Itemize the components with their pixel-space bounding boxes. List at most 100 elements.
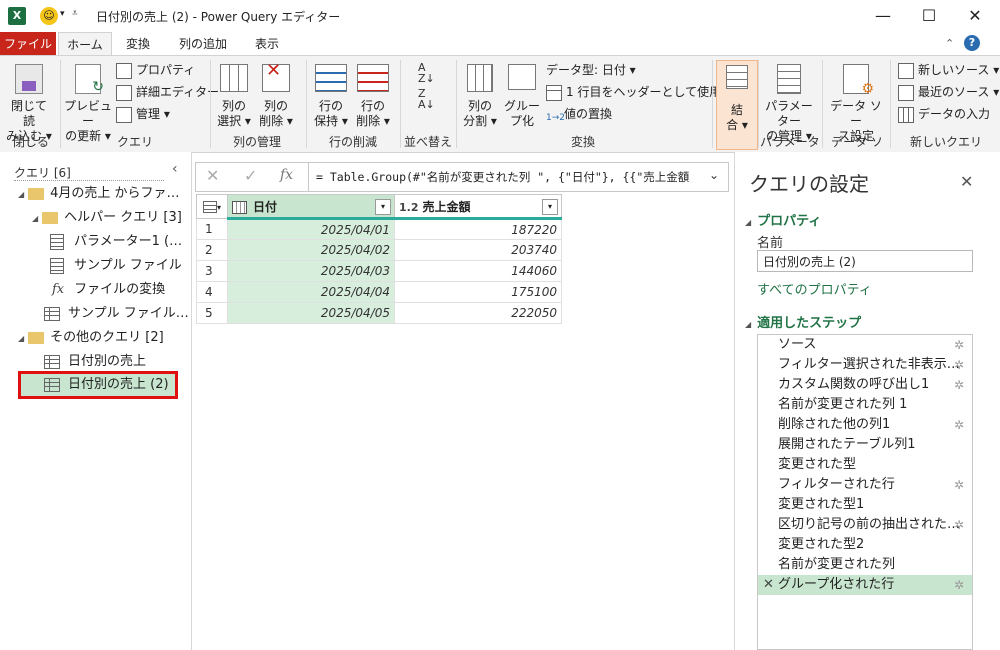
cell-sales[interactable]: 144060 <box>394 260 562 282</box>
formula-input[interactable]: = Table.Group(#"名前が変更された列 ", {"日付"}, {{"… <box>316 169 701 187</box>
maximize-button[interactable]: ☐ <box>906 0 952 32</box>
expand-formula-icon[interactable]: ⌄ <box>709 168 719 182</box>
query-item-sample-file-2[interactable]: サンプル ファイル… <box>44 302 189 326</box>
fx-icon[interactable]: fx <box>280 167 293 183</box>
column-header-date[interactable]: 日付 ▾ <box>227 194 395 220</box>
new-source-button[interactable]: 新しいソース ▾ <box>898 60 999 80</box>
cell-sales[interactable]: 175100 <box>394 281 562 303</box>
cell-sales[interactable]: 203740 <box>394 239 562 261</box>
collapse-ribbon-icon[interactable]: ⌃ <box>945 37 954 50</box>
table-row[interactable]: 3 2025/04/03 144060 <box>196 260 562 282</box>
cell-sales[interactable]: 222050 <box>394 302 562 324</box>
expand-collapse-icon[interactable]: ◢ <box>18 334 24 343</box>
query-group-helper[interactable]: ◢ ヘルパー クエリ [3] <box>32 206 182 230</box>
column-header-sales[interactable]: 1.2 売上金額 ▾ <box>394 194 562 220</box>
help-icon[interactable]: ? <box>964 35 980 51</box>
dropdown-icon[interactable]: ▾ <box>60 9 65 19</box>
query-item-transform-file[interactable]: fx ファイルの変換 <box>52 278 165 302</box>
data-type-dropdown[interactable]: データ型: 日付 ▾ <box>546 60 636 80</box>
query-group-april-sales[interactable]: ◢ 4月の売上 からファ… <box>18 182 180 206</box>
queries-header[interactable]: クエリ [6] <box>14 164 71 181</box>
first-row-header-button[interactable]: 1 行目をヘッダーとして使用 ▾ <box>546 82 731 102</box>
close-window-button[interactable]: ✕ <box>952 0 998 32</box>
keep-rows-button[interactable]: 行の 保持 ▾ <box>310 64 352 129</box>
collapse-icon[interactable]: ◢ <box>745 320 751 329</box>
cell-sales[interactable]: 187220 <box>394 218 562 240</box>
enter-data-button[interactable]: データの入力 <box>898 104 990 124</box>
tab-add-column[interactable]: 列の追加 <box>170 32 236 56</box>
gear-icon[interactable]: ✲ <box>954 375 964 395</box>
gear-icon[interactable]: ✲ <box>954 575 964 595</box>
confirm-formula-button[interactable]: ✓ <box>244 166 257 185</box>
cell-date[interactable]: 2025/04/04 <box>227 281 395 303</box>
query-item-parameter1[interactable]: パラメーター1 (… <box>50 230 182 254</box>
table-row[interactable]: 2 2025/04/02 203740 <box>196 239 562 261</box>
applied-step[interactable]: 名前が変更された列 1 <box>758 395 972 415</box>
expand-collapse-icon[interactable]: ◢ <box>18 190 24 199</box>
tab-view[interactable]: 表示 <box>246 32 288 56</box>
datasource-settings-button[interactable]: ⚙ データ ソー ス設定 <box>826 64 886 144</box>
applied-step[interactable]: 展開されたテーブル列1 <box>758 435 972 455</box>
minimize-button[interactable]: — <box>860 0 906 32</box>
filter-dropdown-icon[interactable]: ▾ <box>542 199 558 215</box>
query-item-sales-by-date-2[interactable]: 日付別の売上 (2) <box>44 373 169 397</box>
applied-step[interactable]: カスタム関数の呼び出し1 ✲ <box>758 375 972 395</box>
group-by-button[interactable]: グルー プ化 <box>502 64 542 129</box>
tab-file[interactable]: ファイル <box>0 32 56 56</box>
split-column-button[interactable]: 列の 分割 ▾ <box>460 64 500 129</box>
recent-sources-button[interactable]: 最近のソース ▾ <box>898 82 999 102</box>
cancel-formula-button[interactable]: ✕ <box>206 166 219 185</box>
gear-icon[interactable]: ✲ <box>954 515 964 535</box>
applied-step[interactable]: 名前が変更された列 <box>758 555 972 575</box>
applied-step[interactable]: 変更された型2 <box>758 535 972 555</box>
applied-step[interactable]: フィルターされた行 ✲ <box>758 475 972 495</box>
cell-date[interactable]: 2025/04/02 <box>227 239 395 261</box>
tab-home[interactable]: ホーム <box>58 32 112 57</box>
table-menu-button[interactable]: ▾ <box>196 194 228 219</box>
query-name-input[interactable]: 日付別の売上 (2) <box>757 250 973 272</box>
decimal-type-icon[interactable]: 1.2 <box>399 201 419 214</box>
cell-date[interactable]: 2025/04/03 <box>227 260 395 282</box>
applied-step[interactable]: 削除された他の列1 ✲ <box>758 415 972 435</box>
applied-step[interactable]: ソース ✲ <box>758 335 972 355</box>
refresh-preview-button[interactable]: ↻ プレビュー の更新 ▾ <box>64 64 112 144</box>
tab-transform[interactable]: 変換 <box>114 32 162 56</box>
collapse-icon[interactable]: ◢ <box>745 218 751 227</box>
table-row[interactable]: 5 2025/04/05 222050 <box>196 302 562 324</box>
properties-button[interactable]: プロパティ <box>116 60 195 80</box>
applied-step[interactable]: 変更された型 <box>758 455 972 475</box>
manage-button[interactable]: 管理 ▾ <box>116 104 170 124</box>
applied-steps-heading[interactable]: ◢ 適用したステップ <box>745 312 861 331</box>
table-row[interactable]: 1 2025/04/01 187220 <box>196 218 562 240</box>
query-item-sample-file[interactable]: サンプル ファイル <box>50 254 182 278</box>
replace-values-button[interactable]: 1→2値の置換 <box>546 104 612 124</box>
cell-date[interactable]: 2025/04/05 <box>227 302 395 324</box>
expand-collapse-icon[interactable]: ◢ <box>32 214 38 223</box>
delete-step-icon[interactable]: ✕ <box>763 575 774 595</box>
filter-dropdown-icon[interactable]: ▾ <box>375 199 391 215</box>
sort-descending-icon[interactable]: Z A↓ <box>418 88 435 110</box>
manage-parameters-button[interactable]: パラメーター の管理 ▾ <box>760 64 818 144</box>
gear-icon[interactable]: ✲ <box>954 415 964 435</box>
applied-step[interactable]: フィルター選択された非表示… ✲ <box>758 355 972 375</box>
remove-rows-button[interactable]: 行の 削除 ▾ <box>352 64 394 129</box>
gear-icon[interactable]: ✲ <box>954 335 964 355</box>
collapse-queries-icon[interactable]: ‹ <box>172 161 178 177</box>
date-type-icon[interactable] <box>232 200 247 214</box>
close-load-button[interactable]: 閉じて読 み込む ▾ <box>6 64 52 144</box>
applied-step[interactable]: 区切り記号の前の抽出された… ✲ <box>758 515 972 535</box>
query-group-other[interactable]: ◢ その他のクエリ [2] <box>18 326 164 350</box>
remove-columns-button[interactable]: ✕ 列の 削除 ▾ <box>256 62 296 129</box>
applied-step[interactable]: 変更された型1 <box>758 495 972 515</box>
cell-date[interactable]: 2025/04/01 <box>227 218 395 240</box>
combine-button[interactable]: 結 合 ▾ <box>716 60 758 150</box>
all-properties-link[interactable]: すべてのプロパティ <box>757 279 872 298</box>
gear-icon[interactable]: ✲ <box>954 355 964 375</box>
properties-heading[interactable]: ◢ プロパティ <box>745 210 821 229</box>
table-row[interactable]: 4 2025/04/04 175100 <box>196 281 562 303</box>
choose-columns-button[interactable]: 列の 選択 ▾ <box>214 64 254 129</box>
smiley-icon[interactable]: ☺ <box>40 7 58 25</box>
quick-access-icon[interactable]: ⩡ <box>72 8 78 19</box>
applied-step-selected[interactable]: ✕ グループ化された行 ✲ <box>758 575 972 595</box>
close-settings-button[interactable]: ✕ <box>960 172 973 191</box>
